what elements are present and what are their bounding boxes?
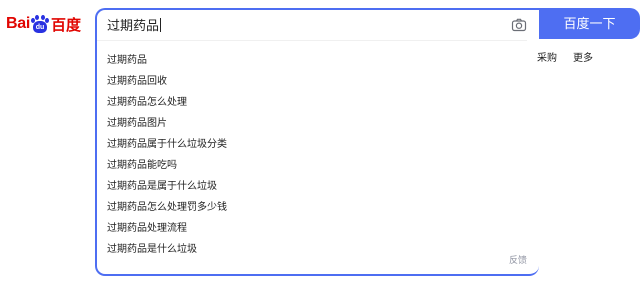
suggestion-item[interactable]: 过期药品怎么处理罚多少钱 — [107, 197, 227, 218]
header-link[interactable]: 采购 — [537, 53, 557, 64]
search-query-text: 过期药品 — [107, 19, 160, 34]
suggestion-item[interactable]: 过期药品处理流程 — [107, 218, 227, 239]
paw-icon: du — [31, 15, 49, 33]
suggestion-item[interactable]: 过期药品图片 — [107, 113, 227, 134]
baidu-logo[interactable]: Bai du 百度 — [6, 12, 81, 36]
header-links: 采购 更多 — [537, 49, 609, 64]
search-input[interactable]: 过期药品 — [107, 16, 162, 38]
suggestion-item[interactable]: 过期药品怎么处理 — [107, 92, 227, 113]
logo-text-bai: Bai — [6, 15, 30, 32]
search-box[interactable]: 过期药品 过期药品 过期药品回收 过期药品怎么处理 过期药品图片 过期药品属于什么垃圾分… — [95, 8, 539, 276]
suggestion-list: 过期药品 过期药品回收 过期药品怎么处理 过期药品图片 过期药品属于什么垃圾分类 过期药品… — [107, 50, 227, 260]
header-link[interactable]: 更多 — [573, 53, 593, 64]
logo-text-du: du — [33, 21, 47, 33]
feedback-link[interactable]: 反馈 — [509, 253, 527, 266]
camera-icon[interactable] — [511, 17, 527, 33]
suggestion-item[interactable]: 过期药品回收 — [107, 71, 227, 92]
suggestion-item[interactable]: 过期药品是属于什么垃圾 — [107, 176, 227, 197]
suggestion-divider — [97, 40, 527, 41]
baidu-search-page: Bai du 百度 过期药品 过期药品 过期药品回收 过期药品怎么处理 过期药品图片过… — [0, 0, 640, 282]
suggestion-item[interactable]: 过期药品 — [107, 50, 227, 71]
suggestion-item[interactable]: 过期药品属于什么垃圾分类 — [107, 134, 227, 155]
suggestion-item[interactable]: 过期药品能吃吗 — [107, 155, 227, 176]
suggestion-item[interactable]: 过期药品是什么垃圾 — [107, 239, 227, 260]
search-button[interactable]: 百度一下 — [539, 8, 640, 39]
logo-text-chinese: 百度 — [51, 15, 82, 34]
text-caret — [160, 18, 162, 32]
